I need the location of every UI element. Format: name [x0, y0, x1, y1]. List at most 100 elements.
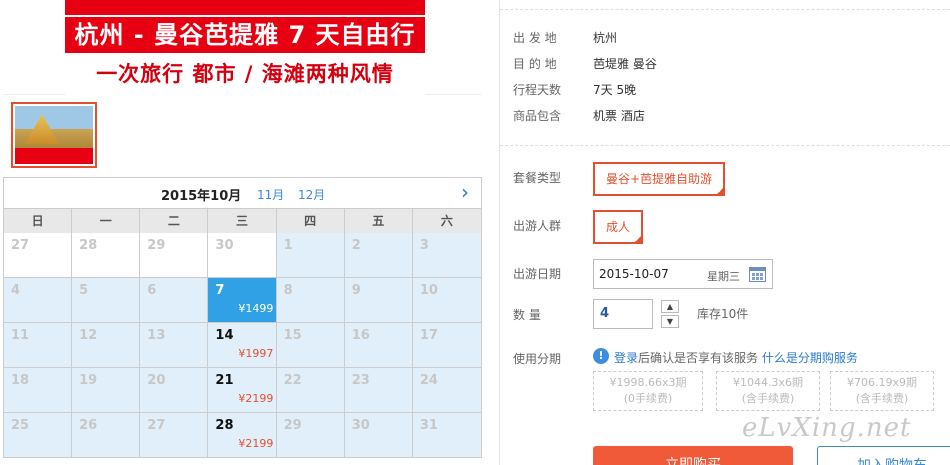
installment-note: 登录后确认是否享有该服务 什么是分期购服务 — [614, 349, 858, 366]
installment-label: 使用分期 — [513, 352, 562, 366]
installment-plan-price: ¥1044.3x6期 — [733, 376, 803, 389]
calendar-day-number: 30 — [351, 418, 370, 433]
calendar-month-link-nov[interactable]: 11月 — [257, 186, 284, 203]
calendar-day-available[interactable]: 14 ¥1997 — [208, 323, 277, 368]
calendar-day-available[interactable]: 28 ¥2199 — [208, 413, 277, 458]
calendar-day-number: 20 — [147, 373, 166, 388]
calendar-day-number: 5 — [79, 283, 89, 298]
calendar-day: 26 — [72, 413, 141, 458]
calendar-day: 31 — [412, 413, 481, 458]
column-divider — [499, 0, 500, 465]
calendar-day-number: 6 — [147, 283, 157, 298]
banner-top-strip — [65, 0, 425, 15]
calendar-day: 27 — [4, 233, 73, 278]
calendar-day-number: 17 — [419, 328, 438, 343]
calendar-day: 29 — [276, 413, 345, 458]
calendar-day-price: ¥1997 — [238, 347, 274, 360]
quantity-decrease-button[interactable]: ▼ — [661, 315, 679, 328]
product-page: 杭州 - 曼谷芭提雅 7 天自由行 一次旅行 都市 / 海滩两种风情 2015年… — [0, 0, 950, 465]
calendar-day: 20 — [140, 368, 209, 413]
installment-plan-3[interactable]: ¥1998.66x3期 (0手续费) — [593, 371, 703, 411]
installment-plan-price: ¥1998.66x3期 — [609, 376, 687, 389]
calendar-day: 9 — [344, 278, 413, 323]
calendar-day: 16 — [344, 323, 413, 368]
installment-help-link[interactable]: 什么是分期购服务 — [762, 351, 858, 365]
quantity-input[interactable]: 4 — [593, 299, 653, 329]
calendar-day-number: 9 — [351, 283, 361, 298]
temple-icon — [25, 114, 59, 144]
weekday-label: 三 — [208, 209, 277, 233]
add-to-cart-button[interactable]: 加入购物车 — [817, 446, 950, 465]
calendar-day-number: 13 — [147, 328, 166, 343]
calendar-day: 15 — [276, 323, 345, 368]
travel-date-value: 2015-10-07 — [599, 267, 669, 281]
calendar-icon[interactable] — [749, 267, 766, 282]
calendar-day-number: 27 — [11, 238, 30, 253]
calendar-day-number: 2 — [351, 238, 361, 253]
divider-dashed-top — [500, 9, 950, 10]
calendar-day: 2 — [344, 233, 413, 278]
calendar-day-number: 7 — [215, 283, 225, 298]
calendar-day-number: 29 — [147, 238, 166, 253]
weekday-label: 二 — [140, 209, 209, 233]
trip-days-value: 7天 5晚 — [593, 83, 637, 97]
installment-plan-6[interactable]: ¥1044.3x6期 (含手续费) — [716, 371, 820, 411]
calendar-day: 8 — [276, 278, 345, 323]
calendar-day-number: 30 — [215, 238, 234, 253]
calendar-day-number: 18 — [11, 373, 30, 388]
installment-plan-price: ¥706.19x9期 — [847, 376, 917, 389]
calendar-day: 30 — [208, 233, 277, 278]
travel-date-weekday: 星期三 — [707, 270, 740, 283]
calendar-month-link-dec[interactable]: 12月 — [298, 186, 325, 203]
traveler-option-selected[interactable]: 成人 ✓ — [593, 210, 644, 244]
traveler-option-label: 成人 — [606, 220, 631, 234]
calendar-day: 5 — [72, 278, 141, 323]
weekday-label: 一 — [72, 209, 141, 233]
weekday-label: 四 — [277, 209, 345, 233]
calendar-day: 27 — [140, 413, 209, 458]
calendar-day-number: 14 — [215, 328, 234, 343]
product-banner: 杭州 - 曼谷芭提雅 7 天自由行 一次旅行 都市 / 海滩两种风情 — [65, 0, 425, 95]
calendar-day: 1 — [276, 233, 345, 278]
check-icon: ✓ — [635, 235, 642, 243]
travel-date-input[interactable]: 2015-10-07 星期三 — [593, 259, 773, 289]
buy-now-button[interactable]: 立即购买 — [593, 446, 793, 465]
calendar-day-number: 26 — [79, 418, 98, 433]
installment-plan-fee: (0手续费) — [623, 392, 673, 405]
calendar-current-month: 2015年10月 — [161, 189, 242, 204]
calendar-day-number: 12 — [79, 328, 98, 343]
calendar-day: 24 — [412, 368, 481, 413]
calendar-day-number: 8 — [283, 283, 293, 298]
calendar-day: 22 — [276, 368, 345, 413]
calendar-day-number: 3 — [419, 238, 429, 253]
calendar-day-price: ¥2199 — [238, 437, 274, 450]
calendar-day: 13 — [140, 323, 209, 368]
thumbnail-caption-strip — [15, 148, 93, 164]
login-link[interactable]: 登录 — [614, 351, 638, 365]
package-option-label: 曼谷+芭提雅自助游 — [606, 172, 713, 186]
departure-label: 出 发 地 — [513, 31, 557, 45]
installment-plan-9[interactable]: ¥706.19x9期 (含手续费) — [830, 371, 934, 411]
calendar-day-number: 31 — [419, 418, 438, 433]
banner-area: 杭州 - 曼谷芭提雅 7 天自由行 一次旅行 都市 / 海滩两种风情 — [3, 0, 481, 95]
calendar-day-number: 25 — [11, 418, 30, 433]
calendar-day-available[interactable]: 7 ¥1499 — [208, 278, 277, 323]
destination-value: 芭堤雅 曼谷 — [593, 57, 657, 71]
weekday-label: 日 — [4, 209, 73, 233]
calendar-day-available[interactable]: 21 ¥2199 — [208, 368, 277, 413]
package-option-selected[interactable]: 曼谷+芭提雅自助游 ✓ — [593, 162, 726, 196]
banner-thumbnail[interactable] — [11, 102, 97, 168]
installment-plan-fee: (含手续费) — [855, 392, 909, 405]
calendar-day: 25 — [4, 413, 73, 458]
chevron-right-icon[interactable]: › — [455, 181, 475, 203]
check-icon: ✓ — [717, 187, 724, 195]
quantity-increase-button[interactable]: ▲ — [661, 300, 679, 313]
info-icon: ! — [593, 348, 609, 364]
destination-label: 目 的 地 — [513, 57, 557, 71]
divider-dashed-mid — [500, 145, 950, 146]
calendar-day-price: ¥1499 — [238, 302, 274, 315]
quantity-label: 数 量 — [513, 308, 541, 322]
trip-days-label: 行程天数 — [513, 83, 562, 97]
calendar-day: 10 — [412, 278, 481, 323]
installment-plan-fee: (含手续费) — [741, 392, 795, 405]
